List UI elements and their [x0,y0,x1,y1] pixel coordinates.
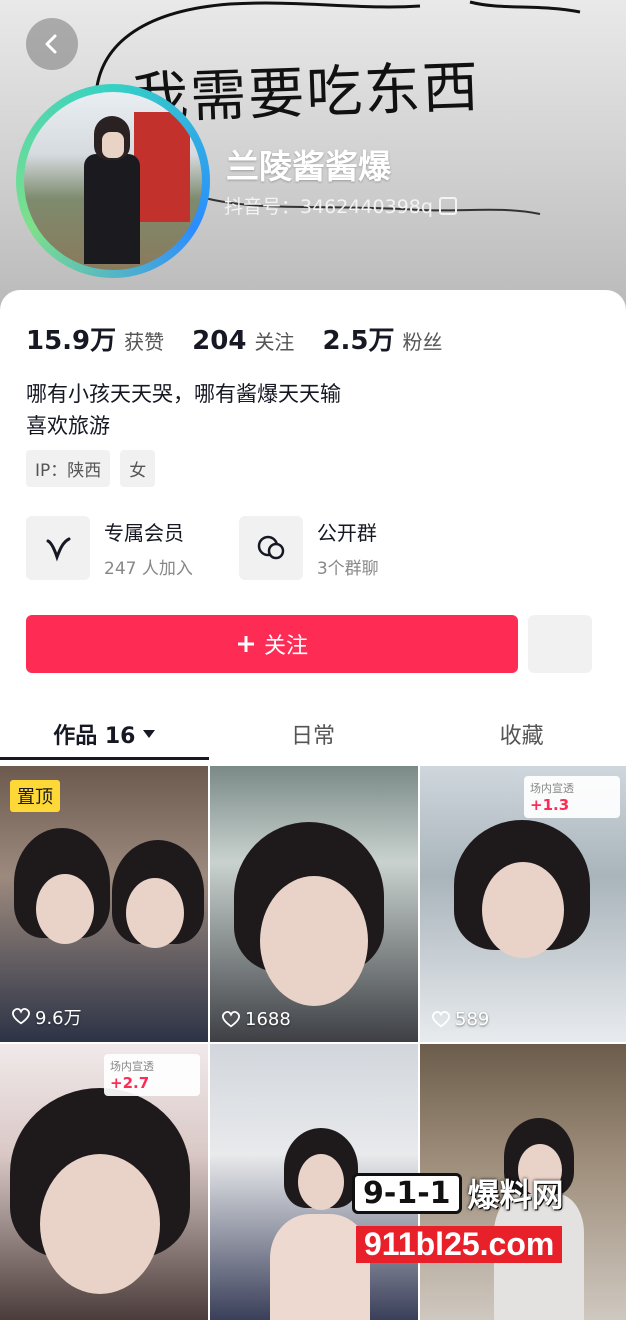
like-count-text: 1688 [245,1009,291,1030]
back-button[interactable] [26,18,78,70]
promo-label: 场内宣透 [110,1060,154,1073]
pinned-badge: 置顶 [10,780,60,812]
chat-icon [238,516,303,580]
stat-following[interactable]: 204 关注 [192,326,294,356]
group-chat-entry[interactable]: 公开群 3个群聊 [238,516,379,580]
profile-card: 15.9万 获赞 204 关注 2.5万 粉丝 哪有小孩天天哭，哪有酱爆天天输 … [0,290,626,1320]
heart-icon [222,1010,240,1027]
bio: 哪有小孩天天哭，哪有酱爆天天输 喜欢旅游 [26,378,341,442]
promo-value: +1.3 [530,796,570,814]
watermark-text: 爆料网 [467,1176,564,1214]
promo-card[interactable]: 场内宣透 +2.7 [104,1054,200,1096]
heart-icon [12,1008,30,1025]
tag-ip-location: IP：陕西 [26,450,111,487]
stat-label: 关注 [254,330,295,354]
avatar-image [24,92,202,270]
video-thumbnail[interactable]: 场内宣透 +1.3 589 [420,766,626,1042]
content-tabs: 作品 16 日常 收藏 [0,708,626,760]
follow-button-label: 关注 [263,634,308,659]
feature-title: 专属会员 [104,521,184,545]
username: 兰陵酱酱爆 [226,147,391,186]
copy-icon[interactable] [438,196,457,215]
douyin-id: 抖音号：3462440398q [224,192,457,219]
stat-value: 2.5万 [322,326,395,356]
like-count: 589 [432,1009,489,1030]
stat-value: 15.9万 [26,326,117,356]
follow-button[interactable]: 关注 [26,615,518,673]
video-thumbnail[interactable]: 置顶 9.6万 [0,766,208,1042]
feature-subtitle: 247 人加入 [104,559,193,579]
douyin-id-text: 抖音号：3462440398q [224,196,433,218]
watermark-badge: 9-1-1 [352,1172,462,1214]
promo-label: 场内宣透 [530,782,574,795]
stat-likes[interactable]: 15.9万 获赞 [26,320,164,357]
bio-line: 喜欢旅游 [26,414,110,438]
membership-entry[interactable]: 专属会员 247 人加入 [26,516,193,580]
more-button[interactable] [528,615,592,673]
promo-value: +2.7 [110,1074,150,1092]
tab-works[interactable]: 作品 16 [0,708,209,760]
like-count: 9.6万 [12,1004,82,1030]
tab-daily[interactable]: 日常 [209,708,418,760]
video-thumbnail[interactable]: 1688 [210,766,418,1042]
tab-label: 日常 [291,724,336,749]
stats-row: 15.9万 获赞 204 关注 2.5万 粉丝 [26,320,443,357]
site-watermark: 9-1-1 爆料网 911bl25.com [352,1170,618,1274]
watermark-url: 911bl25.com [356,1226,563,1263]
tab-label: 作品 16 [53,724,136,749]
tab-label: 收藏 [499,724,544,749]
caret-down-icon [143,730,156,738]
avatar[interactable] [16,84,210,278]
tag-gender: 女 [120,450,156,487]
like-count-text: 9.6万 [35,1008,82,1029]
v-icon [26,516,90,580]
bio-line: 哪有小孩天天哭，哪有酱爆天天输 [26,382,341,406]
tab-favorites[interactable]: 收藏 [417,708,626,760]
features-row: 专属会员 247 人加入 公开群 3个群聊 [26,516,379,580]
promo-card[interactable]: 场内宣透 +1.3 [524,776,620,818]
feature-subtitle: 3个群聊 [316,559,379,579]
like-count-text: 589 [455,1009,490,1030]
stat-value: 204 [192,326,247,356]
like-count: 1688 [222,1009,291,1030]
plus-icon [237,636,254,652]
profile-header: 我需要吃东西 兰陵酱酱爆 抖音号：3462440398q [0,0,626,320]
heart-icon [432,1010,450,1027]
stat-label: 粉丝 [402,330,443,354]
tags-row: IP：陕西 女 [26,450,156,487]
feature-title: 公开群 [316,521,377,545]
video-thumbnail[interactable]: 场内宣透 +2.7 [0,1044,208,1320]
stat-label: 获赞 [124,330,165,354]
chevron-left-icon [45,34,57,54]
stat-followers[interactable]: 2.5万 粉丝 [322,320,442,357]
